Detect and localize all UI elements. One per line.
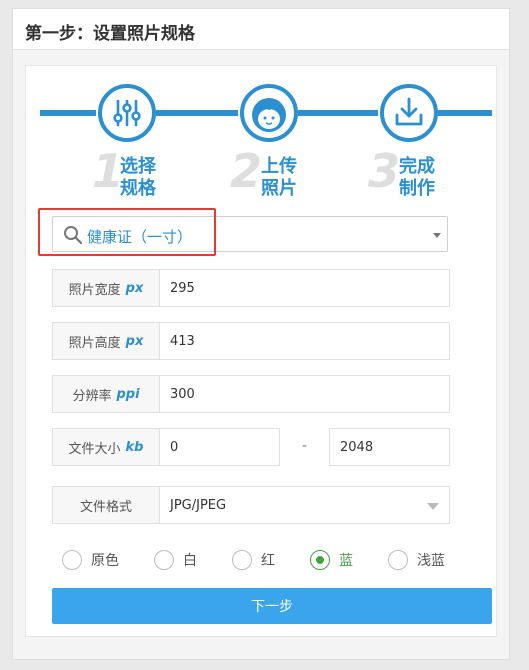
page-title: 第一步：设置照片规格 bbox=[25, 24, 195, 44]
dpi-row: 分辨率 ppi 300 bbox=[52, 375, 450, 413]
range-separator: - bbox=[302, 438, 308, 454]
step-progress: 1 选择 规格 2 上传 照片 3 完成 制作 bbox=[26, 66, 496, 206]
radio-label: 白 bbox=[183, 553, 197, 569]
file-size-label: 文件大小 kb bbox=[52, 428, 160, 466]
settings-panel: 1 选择 规格 2 上传 照片 3 完成 制作 健康证（一寸） 照片宽度 px … bbox=[25, 65, 497, 637]
dpi-unit: ppi bbox=[116, 386, 140, 402]
step-line bbox=[298, 110, 378, 116]
height-label: 照片高度 px bbox=[52, 322, 160, 360]
radio-light-blue[interactable]: 浅蓝 bbox=[388, 548, 445, 572]
title-bar: 第一步：设置照片规格 bbox=[13, 9, 509, 50]
chevron-down-icon bbox=[427, 503, 439, 510]
file-size-min-input[interactable]: 0 bbox=[160, 428, 280, 466]
step-2-label-line2: 照片 bbox=[261, 178, 297, 199]
dpi-input[interactable]: 300 bbox=[160, 375, 450, 413]
radio-circle bbox=[388, 550, 408, 570]
step-line bbox=[40, 110, 96, 116]
width-label: 照片宽度 px bbox=[52, 269, 160, 307]
radio-blue[interactable]: 蓝 bbox=[310, 548, 353, 572]
download-icon bbox=[395, 97, 423, 126]
height-input[interactable]: 413 bbox=[160, 322, 450, 360]
step-line bbox=[438, 110, 492, 116]
format-select-value: JPG/JPEG bbox=[170, 497, 227, 513]
width-input[interactable]: 295 bbox=[160, 269, 450, 307]
file-size-label-text: 文件大小 bbox=[68, 441, 121, 457]
height-row: 照片高度 px 413 bbox=[52, 322, 450, 360]
radio-circle bbox=[154, 550, 174, 570]
step-3-circle bbox=[380, 84, 438, 142]
radio-label: 原色 bbox=[91, 553, 119, 569]
highlight-box bbox=[38, 208, 216, 256]
dialog: 第一步：设置照片规格 1 选择 规格 2 上传 照片 3 完成 制作 健康证（一… bbox=[12, 8, 510, 660]
sliders-icon bbox=[113, 99, 141, 127]
file-size-unit: kb bbox=[125, 439, 144, 455]
step-1-label-line2: 规格 bbox=[120, 178, 156, 199]
background-color-options: 原色 白 红 蓝 浅蓝 bbox=[62, 548, 462, 572]
dpi-label-text: 分辨率 bbox=[72, 388, 112, 404]
step-2-label-line1: 上传 bbox=[261, 156, 297, 177]
format-label-text: 文件格式 bbox=[79, 499, 132, 515]
step-3-label-line1: 完成 bbox=[399, 156, 435, 177]
radio-original[interactable]: 原色 bbox=[62, 548, 119, 572]
height-unit: px bbox=[125, 333, 144, 349]
file-size-row: 文件大小 kb 0 - 2048 bbox=[52, 428, 450, 466]
radio-circle bbox=[310, 550, 330, 570]
step-3-label-line2: 制作 bbox=[399, 178, 435, 199]
face-icon bbox=[252, 98, 286, 132]
radio-circle bbox=[62, 550, 82, 570]
radio-label: 蓝 bbox=[339, 553, 353, 569]
dpi-label: 分辨率 ppi bbox=[52, 375, 160, 413]
width-unit: px bbox=[125, 280, 144, 296]
file-size-max-input[interactable]: 2048 bbox=[329, 428, 450, 466]
step-2-circle bbox=[240, 84, 298, 142]
width-label-text: 照片宽度 bbox=[68, 282, 121, 298]
step-1-label-line1: 选择 bbox=[120, 156, 156, 177]
width-row: 照片宽度 px 295 bbox=[52, 269, 450, 307]
step-3-number: 3 bbox=[368, 144, 401, 198]
step-line bbox=[156, 110, 238, 116]
format-row: 文件格式 JPG/JPEG bbox=[52, 486, 450, 524]
chevron-down-icon bbox=[433, 233, 441, 238]
radio-label: 浅蓝 bbox=[417, 553, 445, 569]
radio-red[interactable]: 红 bbox=[232, 548, 275, 572]
radio-circle bbox=[232, 550, 252, 570]
next-button[interactable]: 下一步 bbox=[52, 588, 492, 624]
format-select[interactable]: JPG/JPEG bbox=[160, 486, 450, 524]
step-1-circle bbox=[98, 84, 156, 142]
step-2-number: 2 bbox=[230, 144, 263, 198]
radio-label: 红 bbox=[261, 553, 275, 569]
height-label-text: 照片高度 bbox=[68, 335, 121, 351]
radio-white[interactable]: 白 bbox=[154, 548, 197, 572]
format-label: 文件格式 bbox=[52, 486, 160, 524]
